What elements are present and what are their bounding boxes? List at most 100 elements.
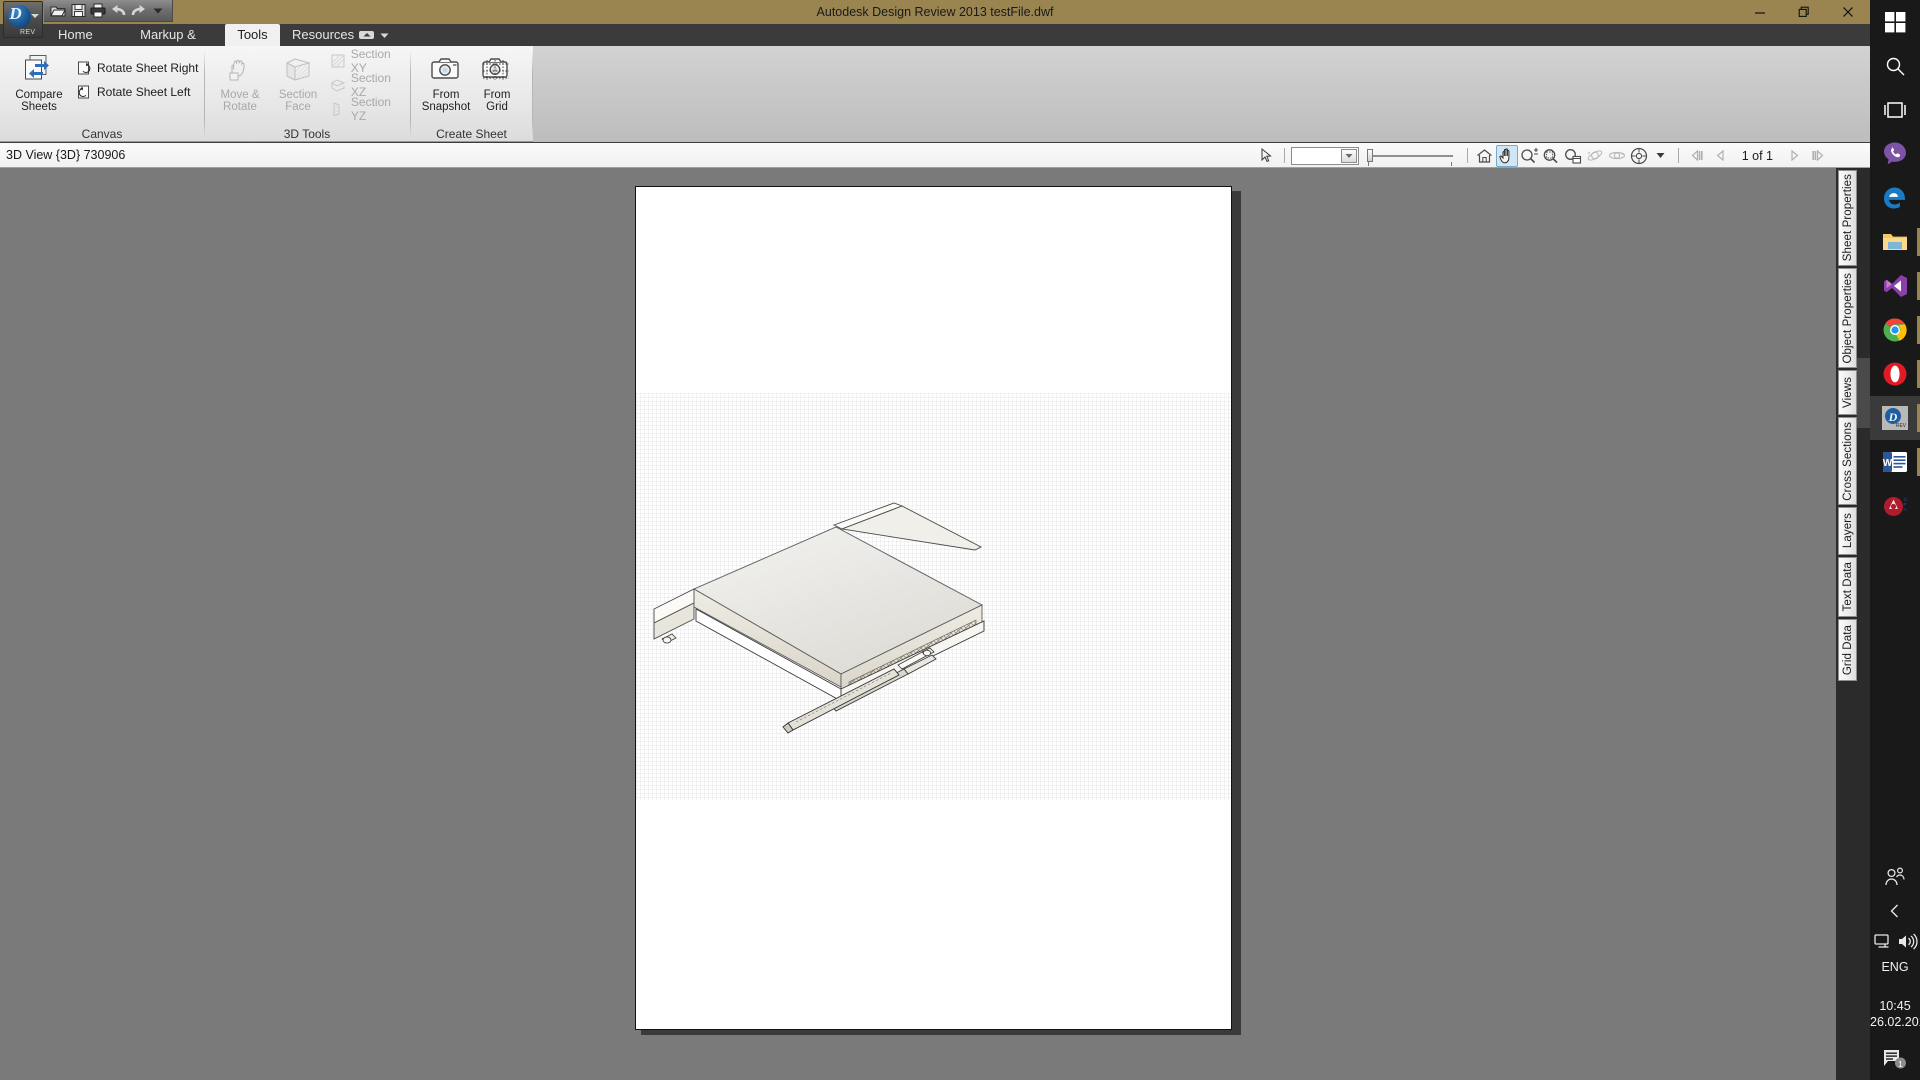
tab-tools[interactable]: Tools: [225, 24, 280, 46]
from-grid-button[interactable]: From Grid: [466, 52, 528, 113]
document-canvas[interactable]: [0, 168, 1836, 1080]
customize-qat-icon[interactable]: [148, 1, 168, 21]
next-page-icon[interactable]: [1782, 145, 1806, 167]
microsoft-edge-icon[interactable]: [1870, 176, 1920, 220]
clock-date[interactable]: 26.02.2018: [1870, 1014, 1920, 1030]
zoom-rectangle-icon[interactable]: [1540, 145, 1562, 167]
file-explorer-icon[interactable]: [1870, 220, 1920, 264]
title-bar: Autodesk Design Review 2013 testFile.dwf: [0, 0, 1870, 24]
first-page-icon[interactable]: [1685, 145, 1709, 167]
print-icon[interactable]: [88, 1, 108, 21]
panel-title-3d-tools: 3D Tools: [205, 127, 409, 141]
toolbar-divider: [1467, 148, 1468, 163]
command-toolbar: 3D View {3D} 730906: [0, 143, 1870, 168]
section-face-button[interactable]: Section Face: [267, 52, 329, 113]
redo-icon[interactable]: [128, 1, 148, 21]
compare-sheets-button[interactable]: Compare Sheets: [8, 52, 70, 113]
svg-text:D: D: [1888, 410, 1898, 424]
palette-tab-object-properties[interactable]: Object Properties: [1838, 268, 1857, 368]
sheet-page[interactable]: [635, 186, 1232, 1030]
quick-access-toolbar: [44, 0, 173, 22]
visual-studio-icon[interactable]: [1870, 264, 1920, 308]
palette-tab-label: Text Data: [1842, 562, 1854, 611]
undo-icon[interactable]: [108, 1, 128, 21]
select-arrow-icon[interactable]: [1256, 145, 1278, 167]
constrained-orbit-icon[interactable]: [1606, 145, 1628, 167]
zoom-slider-thumb[interactable]: [1367, 149, 1373, 162]
steering-wheel-icon[interactable]: [1628, 145, 1650, 167]
design-review-icon[interactable]: D REV: [1870, 396, 1920, 440]
save-icon[interactable]: [68, 1, 88, 21]
ribbon-tab-strip: Home Markup & Measure Tools Resources: [0, 24, 1870, 46]
network-icon[interactable]: [1872, 928, 1895, 954]
pan-hand-icon[interactable]: [1496, 145, 1518, 167]
application-menu-button[interactable]: D REV: [3, 1, 43, 38]
palette-tab-grid-data[interactable]: Grid Data: [1838, 619, 1857, 681]
section-xz-button[interactable]: Section XZ: [330, 75, 409, 95]
rotate-sheet-left-label: Rotate Sheet Left: [97, 85, 190, 99]
move-rotate-button[interactable]: Move & Rotate: [209, 52, 271, 113]
view-tools-group: 1 of 1: [1256, 143, 1830, 168]
abbyy-icon[interactable]: O P A: [1870, 484, 1920, 528]
people-icon[interactable]: [1870, 860, 1920, 894]
3d-viewport[interactable]: [636, 393, 1231, 800]
section-face-label-line2: Face: [267, 101, 329, 113]
home-view-icon[interactable]: [1474, 145, 1496, 167]
previous-page-icon[interactable]: [1709, 145, 1733, 167]
section-yz-icon: [330, 101, 346, 117]
tab-resources[interactable]: Resources: [282, 24, 364, 46]
google-chrome-icon[interactable]: [1870, 308, 1920, 352]
zoom-slider-tick-min: [1368, 162, 1369, 166]
palette-tab-label: Grid Data: [1842, 625, 1854, 675]
zoom-slider[interactable]: [1367, 147, 1453, 165]
view-dropdown-caret-icon[interactable]: [1650, 145, 1672, 167]
palette-tab-views[interactable]: Views: [1838, 370, 1857, 415]
opera-icon[interactable]: [1870, 352, 1920, 396]
window-title: Autodesk Design Review 2013 testFile.dwf: [0, 0, 1870, 24]
rotate-sheet-right-label: Rotate Sheet Right: [97, 61, 198, 75]
move-rotate-label-line1: Move &: [209, 89, 271, 101]
panel-title-create-sheet: Create Sheet: [411, 127, 532, 141]
clock-time[interactable]: 10:45: [1870, 998, 1920, 1014]
minimize-ribbon-button[interactable]: [358, 27, 389, 43]
orbit-icon[interactable]: [1584, 145, 1606, 167]
start-windows-icon[interactable]: [1870, 0, 1920, 44]
zoom-window-icon[interactable]: [1562, 145, 1584, 167]
section-xy-button[interactable]: Section XY: [330, 51, 409, 71]
search-icon[interactable]: [1870, 44, 1920, 88]
palette-tab-label: Views: [1842, 377, 1854, 408]
tab-home[interactable]: Home: [48, 24, 102, 46]
rotate-sheet-left-button[interactable]: Rotate Sheet Left: [76, 82, 190, 102]
open-icon[interactable]: [48, 1, 68, 21]
svg-text:1: 1: [1898, 1060, 1903, 1069]
svg-text:A: A: [1904, 507, 1907, 512]
action-center-icon[interactable]: 1: [1870, 1042, 1920, 1076]
toolbar-divider: [1284, 148, 1285, 163]
section-yz-button[interactable]: Section YZ: [330, 99, 409, 119]
zoom-icon[interactable]: [1518, 145, 1540, 167]
palette-tab-text-data[interactable]: Text Data: [1838, 557, 1857, 617]
close-button[interactable]: [1826, 0, 1870, 24]
windows-taskbar: D REV W: [1870, 0, 1920, 1080]
from-grid-label-line1: From: [466, 89, 528, 101]
last-page-icon[interactable]: [1806, 145, 1830, 167]
language-indicator[interactable]: ENG: [1870, 960, 1920, 974]
zoom-level-combobox[interactable]: [1291, 147, 1359, 165]
palette-tab-label: Layers: [1842, 513, 1854, 548]
palette-tab-cross-sections[interactable]: Cross Sections: [1838, 417, 1857, 505]
viber-icon[interactable]: [1870, 132, 1920, 176]
show-hidden-icons-chevron[interactable]: [1870, 898, 1920, 924]
microsoft-word-icon[interactable]: W: [1870, 440, 1920, 484]
volume-icon[interactable]: [1895, 928, 1920, 954]
palette-tab-sheet-properties[interactable]: Sheet Properties: [1838, 170, 1857, 266]
palette-tab-layers[interactable]: Layers: [1838, 507, 1857, 555]
ribbon-collapse-icon: [358, 28, 376, 42]
panel-title-canvas: Canvas: [0, 127, 204, 141]
move-rotate-icon: [209, 52, 271, 86]
restore-button[interactable]: [1782, 0, 1826, 24]
tab-markup-measure[interactable]: Markup & Measure: [104, 24, 232, 46]
task-view-icon[interactable]: [1870, 88, 1920, 132]
rotate-sheet-right-button[interactable]: Rotate Sheet Right: [76, 58, 198, 78]
chevron-down-icon[interactable]: [1341, 149, 1357, 163]
minimize-button[interactable]: [1738, 0, 1782, 24]
